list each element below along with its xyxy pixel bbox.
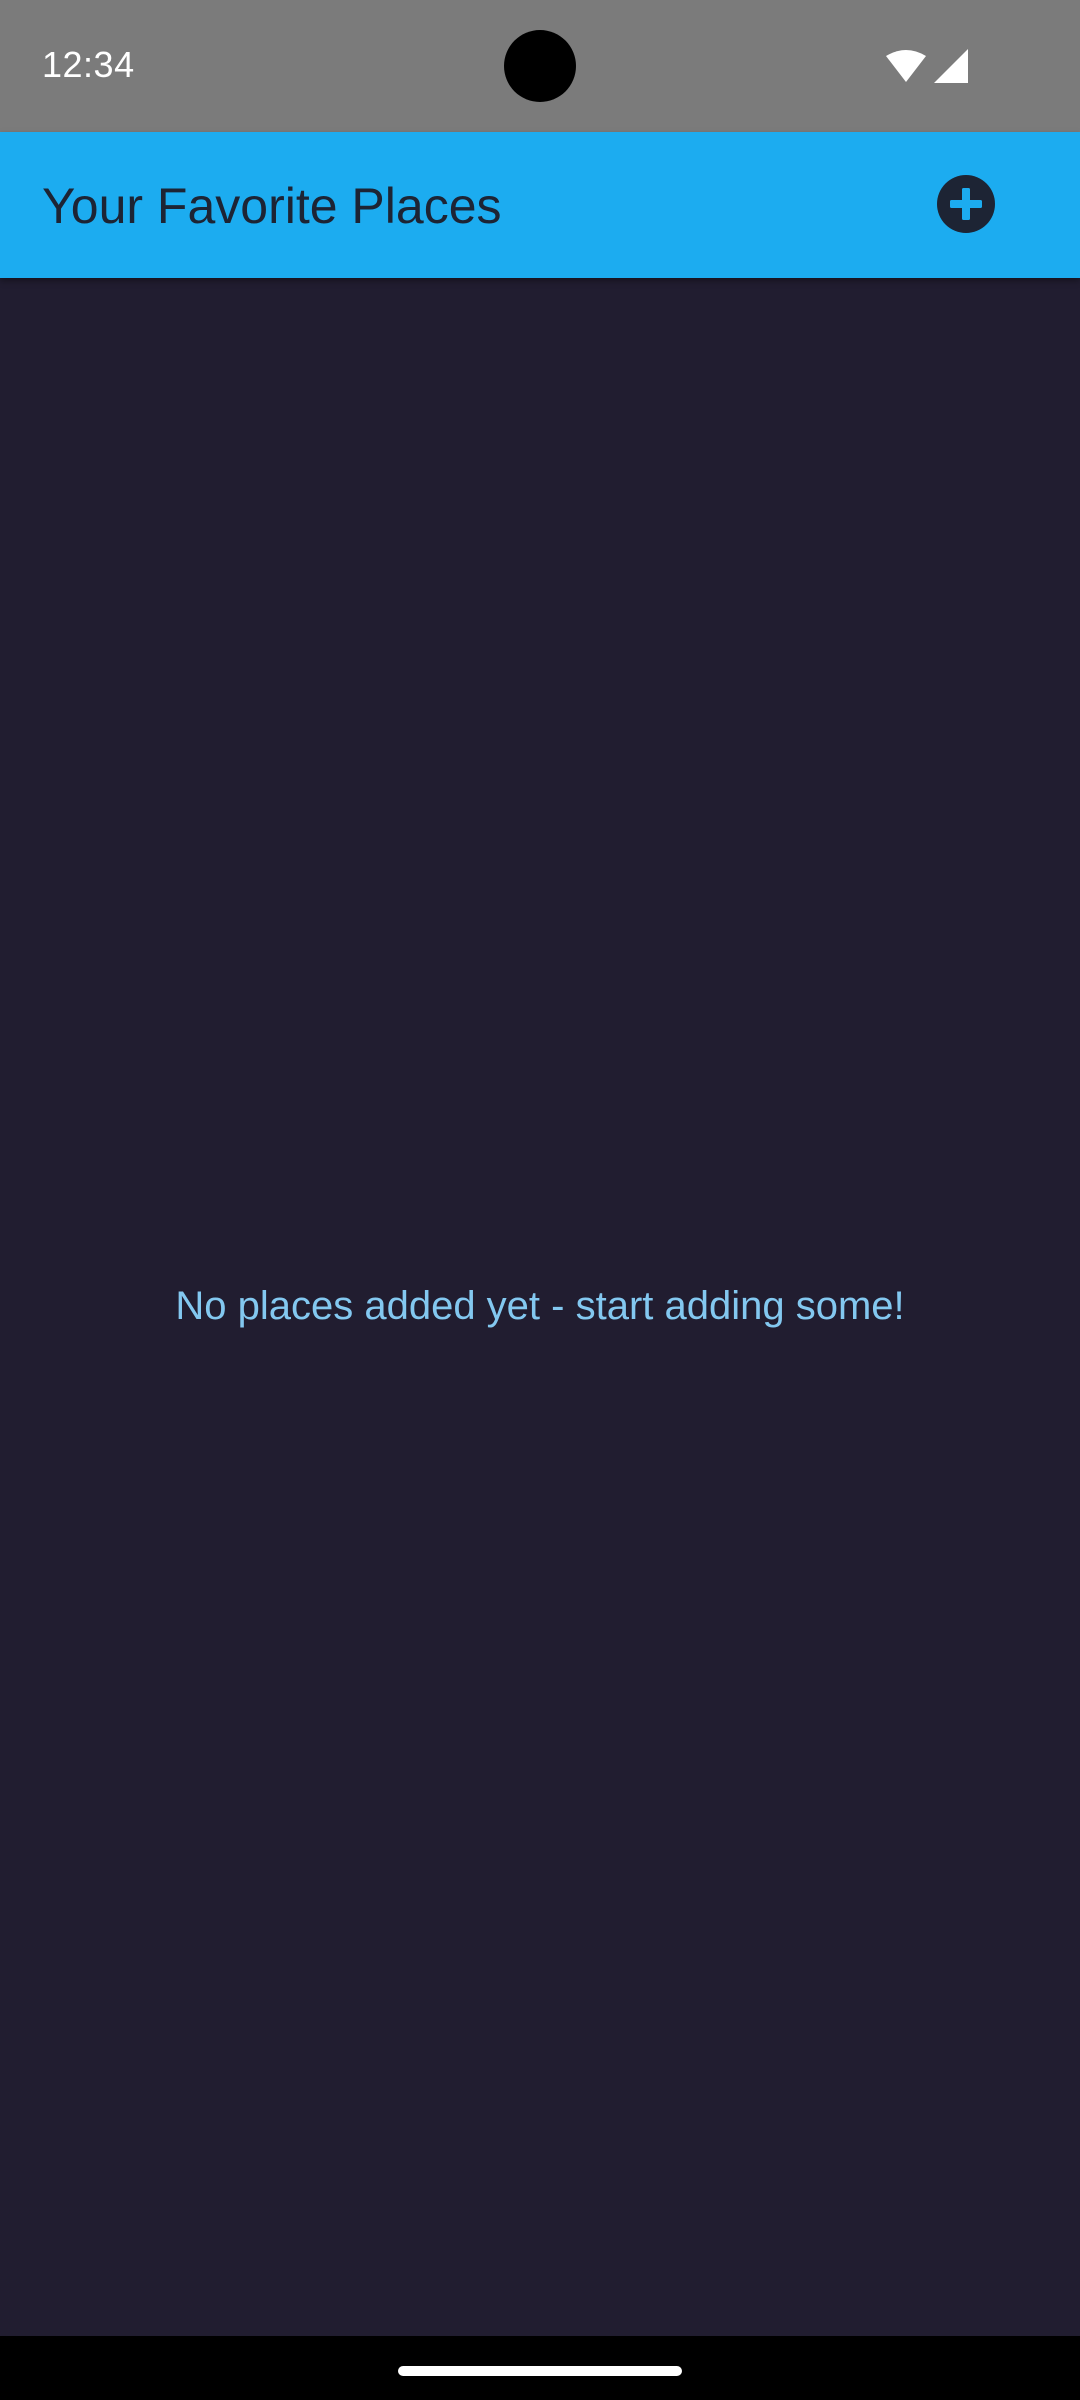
- empty-state-message: No places added yet - start adding some!: [175, 1284, 905, 1328]
- cellular-signal-icon: [934, 49, 968, 83]
- app-title: Your Favorite Places: [42, 178, 502, 234]
- status-time: 12:34: [42, 44, 135, 85]
- status-bar: 12:34: [0, 0, 1080, 132]
- wifi-icon: [886, 50, 926, 82]
- status-icons: [886, 48, 968, 84]
- add-place-button[interactable]: [922, 162, 1010, 250]
- app-screen: 12:34 Your Favorite Places No places add…: [0, 0, 1080, 2400]
- camera-cutout: [504, 30, 576, 102]
- gesture-handle[interactable]: [398, 2366, 682, 2376]
- navigation-bar: [0, 2336, 1080, 2400]
- add-circle-icon: [936, 174, 996, 239]
- app-bar: Your Favorite Places: [0, 132, 1080, 278]
